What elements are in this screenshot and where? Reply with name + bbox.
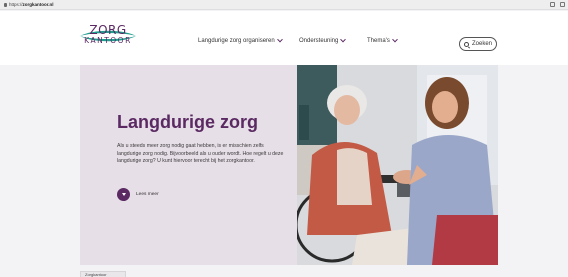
hero-description: Als u steeds meer zorg nodig gaat hebben… <box>117 143 284 165</box>
hero-image <box>297 65 498 265</box>
nav-item-ondersteuning[interactable]: Ondersteuning <box>299 36 347 44</box>
extensions-icon[interactable] <box>550 2 555 7</box>
browser-address-bar[interactable]: https://zorgkantoor.nl <box>0 0 568 10</box>
site-logo[interactable]: ZORG KANTOOR <box>78 24 138 48</box>
caregiver-photo-illustration <box>297 65 498 265</box>
url-text: https://zorgkantoor.nl <box>9 2 54 7</box>
nav-label: Thema's <box>367 38 390 44</box>
nav-label: Langdurige zorg organiseren <box>198 38 275 44</box>
logo-text-kantoor: KANTOOR <box>84 36 132 45</box>
search-icon <box>463 41 469 47</box>
search-label: Zoeken <box>471 41 492 47</box>
browser-toolbar-icons <box>550 2 565 7</box>
arrow-down-icon <box>117 188 130 201</box>
chevron-down-icon <box>276 36 283 43</box>
bottom-tab[interactable]: Zorgkantoor <box>80 271 126 277</box>
url-field[interactable]: https://zorgkantoor.nl <box>4 2 54 8</box>
logo-text-zorg: ZORG <box>89 23 127 37</box>
lock-icon <box>4 3 7 7</box>
chevron-down-icon <box>391 36 398 43</box>
search-button[interactable]: Zoeken <box>459 37 497 51</box>
read-more-link[interactable]: Lees meer <box>117 188 159 201</box>
chevron-down-icon <box>340 36 347 43</box>
nav-item-langdurige-zorg[interactable]: Langdurige zorg organiseren <box>198 36 283 44</box>
read-more-label: Lees meer <box>136 192 159 197</box>
settings-icon[interactable] <box>560 2 565 7</box>
nav-label: Ondersteuning <box>299 38 339 44</box>
hero-title: Langdurige zorg <box>117 112 258 132</box>
nav-item-themas[interactable]: Thema's <box>367 36 398 44</box>
